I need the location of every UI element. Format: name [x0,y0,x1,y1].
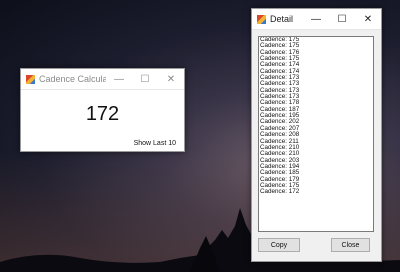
cadence-calculator-window: Cadence Calculator — ☐ ✕ 172 Show Last 1… [20,68,185,152]
calculator-client-area: 172 Show Last 10 [21,90,184,151]
detail-titlebar[interactable]: Detail — ☐ ✕ [252,9,381,30]
cadence-list[interactable]: Cadence: 175 Cadence: 175 Cadence: 176 Cade… [258,36,374,232]
maximize-icon[interactable]: ☐ [132,69,158,89]
detail-window: Detail — ☐ ✕ Cadence: 175 Cadence: 175 Cad… [251,8,382,262]
maximize-icon[interactable]: ☐ [329,9,355,29]
copy-button[interactable]: Copy [258,238,300,252]
detail-title: Detail [270,14,294,24]
app-icon [257,14,266,24]
minimize-icon[interactable]: — [106,69,132,89]
close-icon[interactable]: ✕ [355,9,381,29]
calculator-titlebar[interactable]: Cadence Calculator — ☐ ✕ [21,69,184,90]
minimize-icon[interactable]: — [303,9,329,29]
calculator-title: Cadence Calculator [39,74,106,84]
close-button[interactable]: Close [331,238,370,252]
cadence-value: 172 [85,103,120,125]
app-icon [26,74,35,84]
show-last-10-button[interactable]: Show Last 10 [134,140,176,147]
list-item[interactable]: Cadence: 172 [259,188,373,195]
close-icon[interactable]: ✕ [158,69,184,89]
